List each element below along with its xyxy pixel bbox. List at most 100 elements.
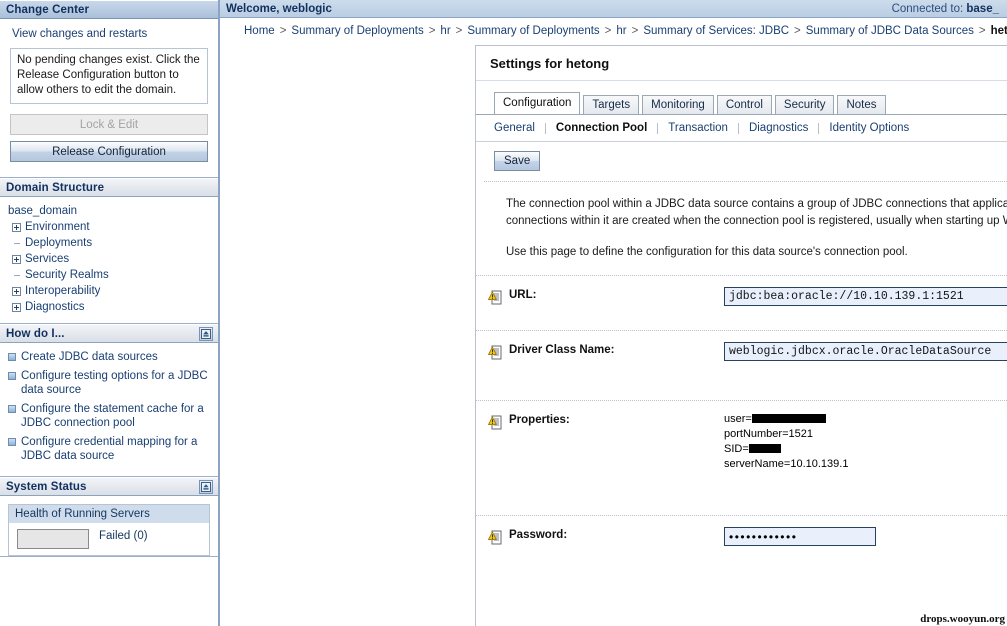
list-item[interactable]: Configure testing options for a JDBC dat… xyxy=(6,369,210,397)
domain-structure-tree: base_domain Environment Deployments Serv… xyxy=(0,197,218,323)
tree-item-environment[interactable]: Environment xyxy=(0,219,218,235)
tab-notes[interactable]: Notes xyxy=(837,95,885,115)
bullet-icon xyxy=(8,405,16,413)
property-sid-key: SID= xyxy=(724,443,749,455)
intro-paragraph-1: The connection pool within a JDBC data s… xyxy=(506,196,1007,230)
tree-root-base-domain[interactable]: base_domain xyxy=(0,203,218,219)
tree-item-deployments[interactable]: Deployments xyxy=(0,235,218,251)
expand-panel-icon[interactable] xyxy=(199,327,213,341)
how-do-i-link[interactable]: Create JDBC data sources xyxy=(21,350,158,364)
url-input[interactable] xyxy=(724,287,1007,306)
expand-icon[interactable] xyxy=(12,255,21,264)
driver-field-cell xyxy=(724,342,1007,361)
breadcrumb-item-home[interactable]: Home xyxy=(244,25,275,37)
bullet-icon xyxy=(8,353,16,361)
tree-item-interoperability[interactable]: Interoperability xyxy=(0,283,218,299)
property-line-portnumber: portNumber=1521 xyxy=(724,427,1007,442)
subtab-identity-options[interactable]: Identity Options xyxy=(819,122,919,134)
expand-panel-icon[interactable] xyxy=(199,480,213,494)
driver-class-name-label: Driver Class Name: xyxy=(509,344,614,356)
breadcrumb-item-summary-of-jdbc-data-sources[interactable]: Summary of JDBC Data Sources xyxy=(806,25,974,37)
tree-item-services[interactable]: Services xyxy=(0,251,218,267)
expand-icon[interactable] xyxy=(12,287,21,296)
how-do-i-title: How do I... xyxy=(6,328,65,340)
subtab-general[interactable]: General xyxy=(494,122,545,134)
change-center-message: No pending changes exist. Click the Rele… xyxy=(10,48,208,104)
properties-label-cell: Properties: xyxy=(476,412,724,430)
tab-targets[interactable]: Targets xyxy=(583,95,639,115)
subtab-diagnostics[interactable]: Diagnostics xyxy=(739,122,818,134)
how-do-i-link[interactable]: Configure credential mapping for a JDBC … xyxy=(21,435,210,463)
tab-security[interactable]: Security xyxy=(775,95,835,115)
tree-item-diagnostics[interactable]: Diagnostics xyxy=(0,299,218,315)
system-status-panel: System Status Health of Running Servers … xyxy=(0,477,218,557)
how-do-i-list: Create JDBC data sources Configure testi… xyxy=(0,343,218,476)
tree-item-label[interactable]: Diagnostics xyxy=(23,299,84,315)
property-line-sid: SID= xyxy=(724,442,1007,457)
health-card-body: Failed (0) xyxy=(9,523,209,555)
list-item[interactable]: Configure the statement cache for a JDBC… xyxy=(6,402,210,430)
tab-configuration[interactable]: Configuration xyxy=(494,92,580,114)
properties-textarea-wrapper: user= portNumber=1521 SID= serverName=10… xyxy=(724,412,1007,504)
watermark: drops.wooyun.org xyxy=(920,613,1005,625)
left-sidebar: Change Center View changes and restarts … xyxy=(0,0,220,626)
intro-paragraph-2: Use this page to define the configuratio… xyxy=(506,244,1007,261)
breadcrumb-current-hetong: hetong xyxy=(991,25,1007,37)
breadcrumb-separator: > xyxy=(424,25,441,37)
password-label: Password: xyxy=(509,529,567,541)
intro-line-2: connections within it are created when t… xyxy=(506,215,1007,227)
tree-branch-icon xyxy=(12,239,21,248)
driver-label-cell: Driver Class Name: xyxy=(476,342,724,360)
url-field-cell xyxy=(724,287,1007,306)
breadcrumb: Home > Summary of Deployments > hr > Sum… xyxy=(220,18,1007,44)
driver-class-name-input[interactable] xyxy=(724,342,1007,361)
health-legend-failed[interactable]: Failed (0) xyxy=(99,529,148,544)
breadcrumb-item-summary-of-deployments[interactable]: Summary of Deployments xyxy=(291,25,423,37)
tree-branch-icon xyxy=(12,271,21,280)
password-input[interactable] xyxy=(724,527,876,546)
breadcrumb-item-summary-of-services-jdbc[interactable]: Summary of Services: JDBC xyxy=(643,25,789,37)
breadcrumb-item-hr[interactable]: hr xyxy=(440,25,450,37)
breadcrumb-separator: > xyxy=(789,25,806,37)
subtab-connection-pool[interactable]: Connection Pool xyxy=(546,122,657,134)
save-button[interactable]: Save xyxy=(494,151,540,171)
properties-textarea[interactable]: user= portNumber=1521 SID= serverName=10… xyxy=(724,412,1007,504)
form-row-url: URL: The URL of the da driver. More Info… xyxy=(476,275,1007,330)
breadcrumb-separator: > xyxy=(627,25,644,37)
change-center-header: Change Center xyxy=(0,0,218,19)
restart-required-icon xyxy=(488,415,502,430)
restart-required-icon xyxy=(488,530,502,545)
breadcrumb-item-hr-2[interactable]: hr xyxy=(616,25,626,37)
breadcrumb-separator: > xyxy=(451,25,468,37)
tab-monitoring[interactable]: Monitoring xyxy=(642,95,714,115)
release-configuration-button[interactable]: Release Configuration xyxy=(10,141,208,162)
tree-item-label[interactable]: Environment xyxy=(23,219,90,235)
redacted-user-value xyxy=(752,414,826,423)
tree-item-label[interactable]: Deployments xyxy=(23,235,92,251)
list-item[interactable]: Create JDBC data sources xyxy=(6,350,210,364)
health-card-title: Health of Running Servers xyxy=(9,505,209,523)
breadcrumb-separator: > xyxy=(974,25,991,37)
property-user-key: user= xyxy=(724,413,752,425)
form-row-properties: Properties: user= portNumber=1521 SID= s… xyxy=(476,400,1007,515)
tree-item-security-realms[interactable]: Security Realms xyxy=(0,267,218,283)
how-do-i-link[interactable]: Configure testing options for a JDBC dat… xyxy=(21,369,210,397)
tree-item-label[interactable]: Interoperability xyxy=(23,283,100,299)
how-do-i-link[interactable]: Configure the statement cache for a JDBC… xyxy=(21,402,210,430)
main-area: Welcome, weblogic Connected to: base_ Ho… xyxy=(220,0,1007,626)
tree-item-label[interactable]: Security Realms xyxy=(23,267,109,283)
restart-required-icon xyxy=(488,290,502,305)
list-item[interactable]: Configure credential mapping for a JDBC … xyxy=(6,435,210,463)
lock-and-edit-button[interactable]: Lock & Edit xyxy=(10,114,208,135)
health-bar xyxy=(17,529,89,549)
domain-structure-title: Domain Structure xyxy=(6,182,104,194)
system-status-title: System Status xyxy=(6,481,87,493)
breadcrumb-item-summary-of-deployments-2[interactable]: Summary of Deployments xyxy=(467,25,599,37)
expand-icon[interactable] xyxy=(12,223,21,232)
tree-item-label[interactable]: Services xyxy=(23,251,69,267)
tab-control[interactable]: Control xyxy=(717,95,772,115)
expand-icon[interactable] xyxy=(12,303,21,312)
view-changes-and-restarts-link[interactable]: View changes and restarts xyxy=(12,28,210,40)
subtab-transaction[interactable]: Transaction xyxy=(658,122,738,134)
top-bar: Welcome, weblogic Connected to: base_ xyxy=(220,0,1007,18)
